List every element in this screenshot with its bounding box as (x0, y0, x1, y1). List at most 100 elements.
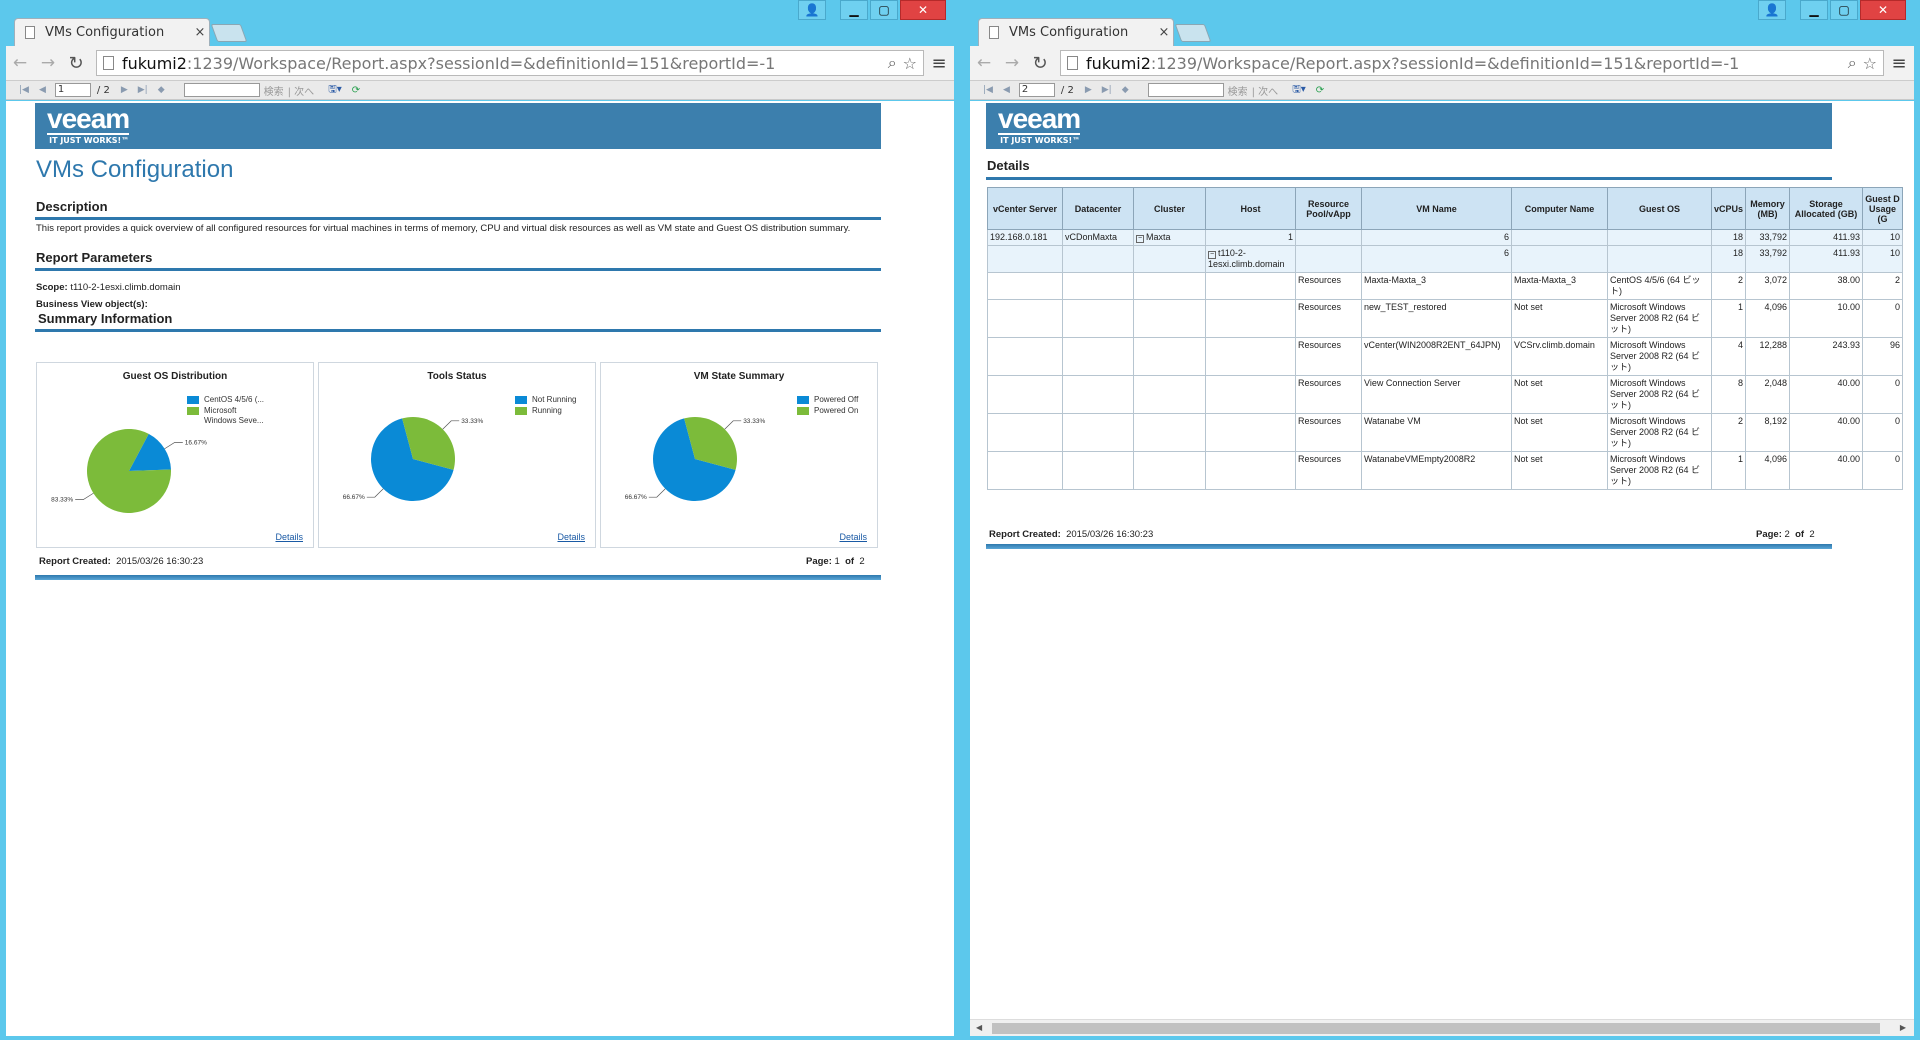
collapse-toggle-icon[interactable]: − (1136, 235, 1144, 243)
table-cell-vcpus: 2 (1710, 413, 1747, 452)
maximize-button[interactable]: ▢ (870, 0, 898, 20)
maximize-button[interactable]: ▢ (1830, 0, 1858, 20)
new-tab-button[interactable] (210, 24, 248, 42)
next-link[interactable]: | 次へ (1252, 83, 1279, 98)
page-number-input[interactable]: 1 (54, 83, 91, 97)
guest-os-chart: Guest OS Distribution 16.67% 83.33% CentO… (36, 362, 314, 548)
find-link[interactable]: 検索 (1228, 83, 1248, 98)
vm-state-chart: VM State Summary 66.67% 33.33% Powered Of… (600, 362, 878, 548)
minimize-button[interactable]: ▁ (840, 0, 868, 20)
column-header[interactable]: vCenter Server (987, 187, 1063, 230)
table-cell-guest: 0 (1862, 451, 1904, 490)
table-cell-host (1205, 413, 1296, 452)
bookmark-star-icon[interactable]: ☆ (903, 54, 917, 73)
tab-title: VMs Configuration (1009, 25, 1129, 40)
column-header[interactable]: VM Name (1361, 187, 1512, 230)
find-input[interactable] (1147, 83, 1224, 97)
summary-heading: Summary Information (38, 311, 173, 326)
find-input[interactable] (183, 83, 260, 97)
column-header[interactable]: Computer Name (1511, 187, 1608, 230)
find-link[interactable]: 検索 (264, 83, 284, 98)
page-indicator: Page: 2 of 2 (1756, 529, 1815, 540)
next-link[interactable]: | 次へ (288, 83, 315, 98)
close-tab-icon[interactable]: × (191, 25, 209, 40)
table-cell-vcpus: 4 (1710, 337, 1747, 376)
table-cell-vm: Maxta-Maxta_3 (1361, 272, 1512, 300)
next-page-icon[interactable]: ▶ (1085, 85, 1092, 95)
user-icon[interactable]: 👤 (798, 0, 826, 20)
export-icon[interactable]: 🖫▾ (1292, 82, 1306, 99)
reload-icon[interactable]: ↻ (1026, 53, 1054, 74)
search-icon[interactable]: ⌕ (888, 53, 897, 73)
reload-icon[interactable]: ↻ (62, 53, 90, 74)
menu-icon[interactable]: ≡ (1884, 53, 1914, 74)
column-header[interactable]: Guest D Usage (G (1862, 187, 1904, 230)
forward-icon[interactable]: → (34, 53, 62, 73)
first-page-icon[interactable]: |◀ (19, 85, 29, 95)
details-link[interactable]: Details (275, 532, 303, 542)
prev-page-icon[interactable]: ◀ (1003, 85, 1010, 95)
next-page-icon[interactable]: ▶ (121, 85, 128, 95)
collapse-toggle-icon[interactable]: − (1208, 251, 1216, 259)
horizontal-scrollbar[interactable]: ◀ ▶ (970, 1019, 1914, 1036)
table-cell-os: Microsoft Windows Server 2008 R2 (64 ビット… (1607, 375, 1712, 414)
tools-status-chart: Tools Status 66.67% 33.33% Not Running Ru… (318, 362, 596, 548)
last-page-icon[interactable]: ▶| (138, 85, 148, 95)
table-cell-guest: 2 (1862, 272, 1904, 300)
column-header[interactable]: Host (1205, 187, 1296, 230)
details-link[interactable]: Details (557, 532, 585, 542)
column-header[interactable]: vCPUs (1710, 187, 1747, 230)
table-cell-vcpus: 8 (1710, 375, 1747, 414)
tab-title: VMs Configuration (45, 25, 165, 40)
close-window-button[interactable]: ✕ (1860, 0, 1906, 20)
scroll-right-icon[interactable]: ▶ (1900, 1023, 1906, 1032)
first-page-icon[interactable]: |◀ (983, 85, 993, 95)
search-icon[interactable]: ⌕ (1848, 53, 1857, 73)
address-bar[interactable]: fukumi2 :1239/Workspace/Report.aspx?sess… (1060, 50, 1884, 76)
user-icon[interactable]: 👤 (1758, 0, 1786, 20)
back-to-parent-icon[interactable]: ◆ (158, 85, 165, 95)
scroll-left-icon[interactable]: ◀ (976, 1023, 982, 1032)
prev-page-icon[interactable]: ◀ (39, 85, 46, 95)
bookmark-star-icon[interactable]: ☆ (1863, 54, 1877, 73)
column-header[interactable]: Guest OS (1607, 187, 1712, 230)
legend-item: Not Running (532, 395, 577, 404)
table-cell-guest: 96 (1862, 337, 1904, 376)
browser-tab[interactable]: VMs Configuration × (978, 18, 1174, 46)
back-to-parent-icon[interactable]: ◆ (1122, 85, 1129, 95)
column-header[interactable]: Resource Pool/vApp (1295, 187, 1362, 230)
close-window-button[interactable]: ✕ (900, 0, 946, 20)
table-cell-computer (1511, 245, 1608, 273)
table-cell-datacenter (1062, 337, 1134, 376)
column-header[interactable]: Memory (MB) (1745, 187, 1791, 230)
refresh-icon[interactable]: ⟳ (1316, 85, 1324, 96)
label-leader-line (648, 488, 666, 498)
table-cell-vcenter (987, 375, 1063, 414)
refresh-icon[interactable]: ⟳ (352, 85, 360, 96)
last-page-icon[interactable]: ▶| (1102, 85, 1112, 95)
table-cell-cluster (1133, 299, 1206, 338)
scroll-thumb[interactable] (992, 1023, 1880, 1034)
table-cell-computer: Not set (1511, 451, 1608, 490)
back-icon[interactable]: ← (970, 53, 998, 73)
address-bar[interactable]: fukumi2 :1239/Workspace/Report.aspx?sess… (96, 50, 924, 76)
column-header[interactable]: Cluster (1133, 187, 1206, 230)
forward-icon[interactable]: → (998, 53, 1026, 73)
details-link[interactable]: Details (839, 532, 867, 542)
export-icon[interactable]: 🖫▾ (328, 82, 342, 99)
table-cell-storage: 40.00 (1789, 413, 1864, 452)
column-header[interactable]: Storage Allocated (GB) (1789, 187, 1864, 230)
menu-icon[interactable]: ≡ (924, 53, 954, 74)
details-heading: Details (987, 158, 1030, 173)
minimize-button[interactable]: ▁ (1800, 0, 1828, 20)
new-tab-button[interactable] (1174, 24, 1212, 42)
page-number-input[interactable]: 2 (1018, 83, 1055, 97)
browser-tab[interactable]: VMs Configuration × (14, 18, 210, 46)
footer-rule (35, 575, 881, 580)
back-icon[interactable]: ← (6, 53, 34, 73)
table-cell-os: Microsoft Windows Server 2008 R2 (64 ビット… (1607, 451, 1712, 490)
table-cell-datacenter (1062, 299, 1134, 338)
table-cell-os: CentOS 4/5/6 (64 ビット) (1607, 272, 1712, 300)
column-header[interactable]: Datacenter (1062, 187, 1134, 230)
close-tab-icon[interactable]: × (1155, 25, 1173, 40)
